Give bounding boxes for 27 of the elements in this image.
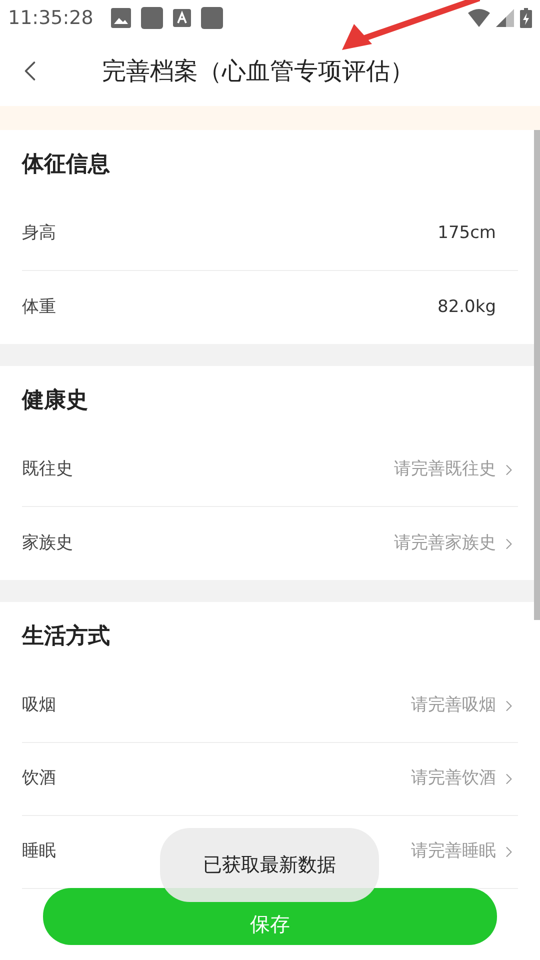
signal-icon bbox=[496, 9, 514, 27]
field-link[interactable]: 请完善睡眠 bbox=[411, 839, 518, 865]
field-label: 家族史 bbox=[22, 532, 73, 555]
page-title: 完善档案（心血管专项评估） bbox=[102, 56, 414, 87]
field-value: 175cm bbox=[438, 222, 497, 246]
field-link[interactable]: 请完善饮酒 bbox=[411, 766, 518, 792]
wifi-icon bbox=[468, 9, 490, 27]
section-title: 健康史 bbox=[22, 386, 88, 414]
field-label: 体重 bbox=[22, 296, 56, 319]
field-label: 睡眠 bbox=[22, 840, 56, 864]
field-link[interactable]: 请完善家族史 bbox=[394, 530, 518, 556]
field-value: 82.0kg bbox=[438, 296, 497, 319]
section-title: 体征信息 bbox=[22, 150, 110, 178]
field-label: 吸烟 bbox=[22, 694, 56, 718]
field-link[interactable]: 请完善吸烟 bbox=[411, 693, 518, 719]
status-time: 11:35:28 bbox=[8, 6, 94, 31]
field-label: 身高 bbox=[22, 222, 56, 246]
notification-icon bbox=[201, 7, 224, 29]
image-icon bbox=[111, 8, 132, 28]
notification-icon bbox=[141, 7, 164, 29]
field-link[interactable]: 请完善既往史 bbox=[394, 457, 518, 483]
field-label: 饮酒 bbox=[22, 767, 56, 790]
text-icon bbox=[173, 9, 192, 27]
field-label: 既往史 bbox=[22, 458, 73, 482]
section-title: 生活方式 bbox=[22, 622, 110, 650]
battery-icon bbox=[520, 8, 532, 28]
toast: 已获取最新数据 bbox=[160, 828, 379, 902]
